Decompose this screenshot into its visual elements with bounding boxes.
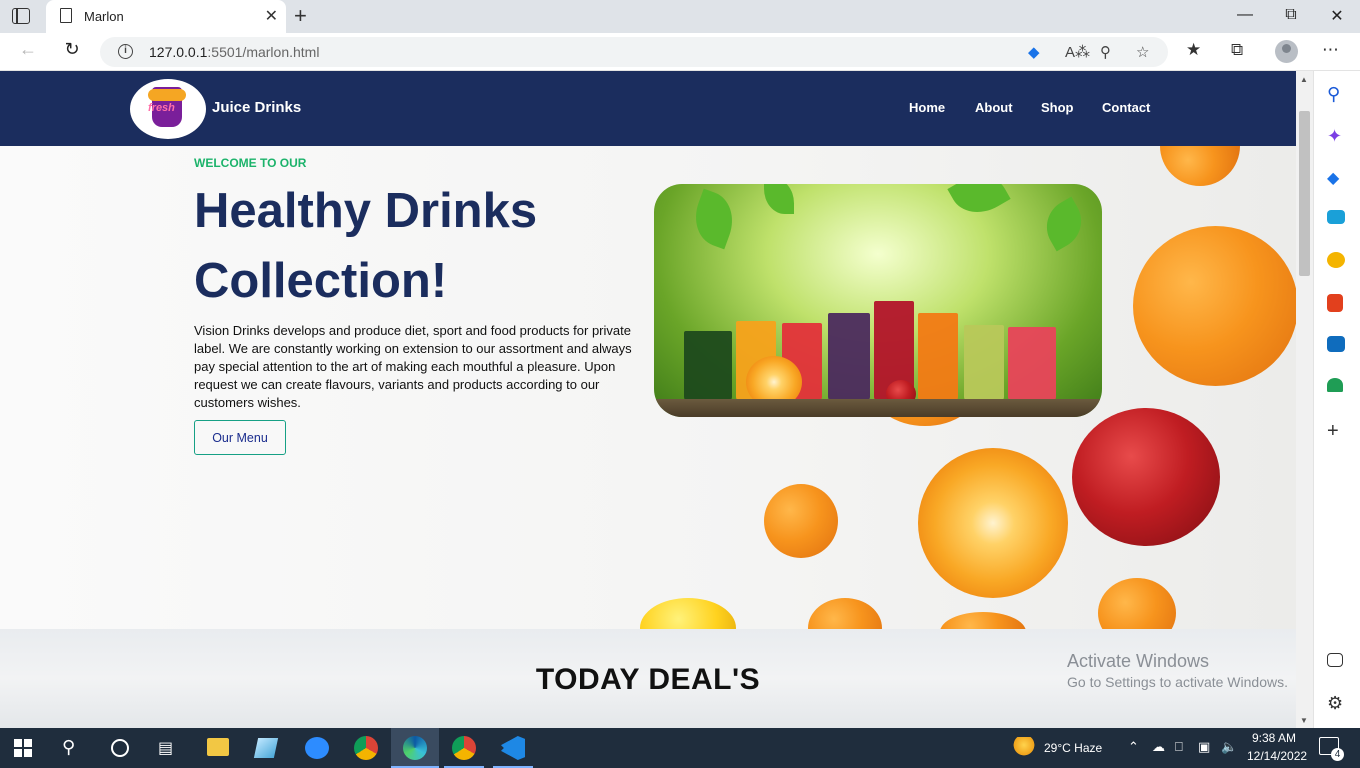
weather-icon[interactable]	[1012, 737, 1036, 757]
back-icon[interactable]: ←	[14, 39, 42, 60]
tray-app-icon[interactable]: ☁	[1152, 739, 1165, 755]
scroll-thumb[interactable]	[1299, 111, 1310, 276]
vscode-icon[interactable]	[501, 736, 525, 760]
restore-icon[interactable]: ⧉	[1276, 6, 1306, 24]
url-host: 127.0.0.1	[149, 44, 208, 60]
welcome-label: WELCOME TO OUR	[194, 156, 307, 170]
orange-image	[1133, 226, 1296, 386]
office-icon[interactable]	[1327, 294, 1343, 312]
search-icon[interactable]: ⚲	[1327, 84, 1347, 104]
address-bar-row: ← ↻ i 127.0.0.1:5501/marlon.html ◆ A⁂ ⚲ …	[0, 33, 1360, 71]
orange-half-image	[918, 448, 1068, 598]
tools-icon[interactable]	[1327, 210, 1345, 224]
watermark-line1: Activate Windows	[1067, 651, 1210, 671]
outlook-icon[interactable]	[1327, 336, 1345, 352]
hero-description: Vision Drinks develops and produce diet,…	[194, 323, 632, 410]
tab-actions-icon[interactable]	[12, 8, 30, 24]
tab-title: Marlon	[84, 9, 124, 24]
minimize-icon[interactable]: —	[1230, 6, 1260, 24]
tree-icon[interactable]	[1327, 378, 1343, 392]
purple-juice-glass	[828, 313, 870, 401]
page-viewport: fresh Juice Drinks Home About Shop Conta…	[0, 71, 1296, 728]
tab-close-icon[interactable]: ✕	[265, 6, 278, 26]
clock-time[interactable]: 9:38 AM	[1252, 731, 1296, 745]
network-icon[interactable]: ▣	[1198, 739, 1210, 755]
logo[interactable]: fresh	[130, 79, 206, 139]
sidebar-settings-icon[interactable]: ⚙	[1327, 693, 1347, 713]
task-view-icon[interactable]: ▤	[158, 738, 182, 762]
juice-glasses-image	[654, 184, 1102, 417]
leaf-graphic	[686, 188, 742, 250]
refresh-icon[interactable]: ↻	[58, 39, 86, 60]
start-icon[interactable]	[14, 739, 32, 757]
nav-about[interactable]: About	[975, 100, 1013, 115]
tray-chevron-icon[interactable]: ⌃	[1128, 739, 1139, 755]
hide-sidebar-icon[interactable]	[1327, 653, 1343, 667]
url-input[interactable]: i 127.0.0.1:5501/marlon.html ◆ A⁂ ⚲ ☆	[100, 37, 1168, 67]
page-icon	[60, 8, 72, 23]
brand-name[interactable]: Juice Drinks	[212, 99, 301, 116]
zoom-app-icon[interactable]	[305, 737, 329, 759]
scroll-down-icon[interactable]: ▼	[1300, 716, 1308, 725]
search-icon[interactable]: ⚲	[62, 737, 86, 761]
green-juice-glass	[684, 331, 732, 401]
carrot-juice-glass	[918, 313, 958, 401]
read-aloud-icon[interactable]: A⁂	[1065, 43, 1090, 61]
nav-shop[interactable]: Shop	[1041, 100, 1074, 115]
watermelon-juice-glass	[1008, 327, 1056, 401]
scroll-up-icon[interactable]: ▲	[1300, 75, 1308, 84]
leaf-graphic	[1036, 196, 1092, 252]
url-path: :5501/marlon.html	[207, 44, 320, 60]
activate-windows-watermark: Activate Windows Go to Settings to activ…	[1067, 651, 1288, 690]
logo-text: fresh	[148, 102, 175, 114]
games-icon[interactable]	[1327, 252, 1345, 268]
browser-tab[interactable]: Marlon ✕	[46, 0, 286, 33]
kiwi-juice-glass	[964, 325, 1004, 401]
shopping-icon[interactable]: ◆	[1327, 168, 1347, 188]
coupon-tag-icon[interactable]: ◆	[1028, 43, 1040, 61]
url-text: 127.0.0.1:5501/marlon.html	[149, 44, 319, 60]
hero-title: Healthy Drinks Collection!	[194, 184, 538, 308]
meet-now-icon[interactable]: ⎕	[1175, 739, 1183, 755]
volume-icon[interactable]: 🔈	[1221, 739, 1237, 755]
settings-more-icon[interactable]: ⋯	[1322, 40, 1339, 60]
apple-image	[1072, 408, 1220, 546]
browser-sidebar: ⚲ ✦ ◆ + ⚙	[1313, 71, 1360, 728]
edge-icon[interactable]	[403, 736, 427, 760]
weather-text[interactable]: 29°C Haze	[1044, 741, 1102, 755]
chrome-profile-icon[interactable]	[452, 736, 476, 760]
site-header: fresh Juice Drinks Home About Shop Conta…	[0, 71, 1296, 146]
taskbar: ⚲ ▤ 29°C Haze ⌃ ☁ ⎕ ▣ 🔈 9:38 AM 12/14/20…	[0, 728, 1360, 768]
leaf-graphic	[764, 184, 794, 214]
site-info-icon[interactable]: i	[118, 44, 133, 59]
notification-count: 4	[1331, 748, 1344, 761]
our-menu-button[interactable]: Our Menu	[194, 420, 286, 455]
new-tab-button[interactable]: +	[294, 3, 307, 29]
cortana-icon[interactable]	[111, 739, 129, 757]
clock-date[interactable]: 12/14/2022	[1247, 749, 1307, 763]
watermark-line2: Go to Settings to activate Windows.	[1067, 674, 1288, 690]
table-graphic	[654, 399, 1102, 417]
orange-image	[1160, 146, 1240, 186]
discover-icon[interactable]: ✦	[1327, 126, 1347, 146]
notepad-icon[interactable]	[253, 738, 279, 758]
file-explorer-icon[interactable]	[207, 738, 229, 756]
profile-avatar[interactable]	[1275, 40, 1298, 63]
zoom-icon[interactable]: ⚲	[1100, 43, 1111, 61]
add-favorite-icon[interactable]: ☆	[1136, 43, 1149, 61]
page-scrollbar[interactable]: ▲ ▼	[1296, 71, 1313, 728]
favorites-icon[interactable]: ★	[1186, 40, 1201, 60]
browser-tab-bar: Marlon ✕ + — ⧉ ✕	[0, 0, 1360, 33]
leaf-graphic	[947, 184, 1011, 224]
chrome-icon[interactable]	[354, 736, 378, 760]
nav-home[interactable]: Home	[909, 100, 945, 115]
nav-contact[interactable]: Contact	[1102, 100, 1150, 115]
collections-icon[interactable]: ⧉	[1231, 40, 1243, 60]
window-close-icon[interactable]: ✕	[1322, 6, 1352, 26]
add-sidebar-icon[interactable]: +	[1327, 420, 1347, 442]
tangerine-image	[764, 484, 838, 558]
